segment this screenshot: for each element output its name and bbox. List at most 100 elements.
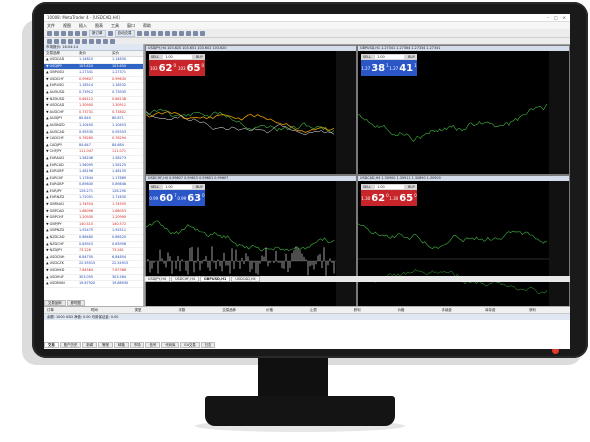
col-swap[interactable]: 库存费 [482, 307, 526, 313]
market-watch-row[interactable]: ▼ USDJPY 103.620 103.650 [44, 63, 143, 71]
menu-help[interactable]: 帮助 [143, 23, 151, 29]
close-icon[interactable]: × [563, 15, 566, 20]
tab-alerts[interactable]: 警报 [98, 342, 113, 348]
tab-experts[interactable]: EA交易 [180, 342, 200, 348]
indicators-icon[interactable] [185, 30, 191, 36]
market-watch-row[interactable]: ▼ GBPAUD 1.74554 1.74555 [44, 202, 143, 209]
column-symbol[interactable]: 交易品种 [44, 51, 77, 56]
market-watch-row[interactable]: ▲ AUDJPY 80.840 80.871 [44, 116, 143, 123]
col-profit[interactable]: 获利 [526, 307, 570, 313]
col-symbol[interactable]: 交易品种 [219, 307, 263, 313]
column-bid[interactable]: 卖价 [77, 51, 110, 56]
new-chart-icon[interactable] [47, 30, 52, 36]
maximize-icon[interactable]: □ [554, 15, 558, 20]
market-watch-row[interactable]: ▲ NZDCAD 0.86480 0.86520 [44, 235, 143, 242]
market-watch-row[interactable]: ▲ USDMXN 19.87920 19.88930 [44, 281, 143, 288]
market-watch-row[interactable]: ▲ EURCAD 1.56095 1.56125 [44, 163, 143, 170]
market-watch-row[interactable]: ▲ AUDCAD 0.95530 0.95553 [44, 130, 143, 137]
market-watch-row[interactable]: ▲ EURNZD 1.72051 1.71630 [44, 195, 143, 203]
templates-icon[interactable] [199, 30, 205, 36]
menu-charts[interactable]: 图表 [95, 23, 103, 29]
periods-icon[interactable] [192, 30, 198, 36]
market-watch-row[interactable]: ▼ GBPCHF 1.20930 1.20990 [44, 215, 143, 222]
col-sl[interactable]: 止损 [307, 307, 351, 313]
tab-chart-usdjpy[interactable]: USDJPY,H4 [144, 276, 171, 282]
market-watch-row[interactable]: ▲ USDHUF 303.055 303.564 [44, 275, 143, 282]
market-watch-row[interactable]: ▲ GBPNZD 1.92475 1.92511 [44, 228, 143, 236]
menu-window[interactable]: 窗口 [127, 23, 135, 29]
metaeditor-icon[interactable] [107, 30, 113, 36]
menu-insert[interactable]: 插入 [79, 23, 87, 29]
tab-signals[interactable]: 信号 [145, 342, 161, 348]
market-watch-row[interactable]: ▲ GBPUSD 1.27341 1.27371 [44, 70, 143, 77]
buy-button[interactable]: 1.30 65 0 [389, 190, 417, 206]
sell-button[interactable]: 0.99 60 7 [149, 190, 177, 206]
market-watch-row[interactable]: ▼ CHFJPY 111.047 111.071 [44, 149, 143, 156]
col-price2[interactable]: 价格 [395, 307, 439, 313]
market-watch-row[interactable]: ▼ NZDJPY 73.228 73.261 [44, 248, 143, 255]
market-watch-row[interactable]: ▼ AUDCHF 0.73731 0.73802 [44, 110, 143, 117]
tab-market[interactable]: 市场 [129, 342, 145, 348]
column-ask[interactable]: 买价 [110, 51, 143, 56]
market-watch-row[interactable]: ▲ EURGBP 1.48196 1.48155 [44, 169, 143, 176]
tab-trade[interactable]: 交易 [44, 342, 59, 348]
terminal-icon[interactable] [75, 30, 80, 36]
tile-windows-icon[interactable] [171, 30, 177, 36]
market-watch-row[interactable]: ▼ USDCAD 1.30900 1.30911 [44, 103, 143, 110]
market-watch-row[interactable]: ▼ GBPJPY 140.510 140.572 [44, 222, 143, 229]
market-watch-row[interactable]: ▲ AUDNZD 1.10450 1.10453 [44, 123, 143, 130]
market-watch-row[interactable]: ▲ CADJPY 84.647 84.684 [44, 143, 143, 150]
tab-chart-gbpusd[interactable]: GBPUSD,H1 [199, 276, 231, 282]
col-commission[interactable]: 手续费 [438, 307, 482, 313]
buy-button[interactable]: 0.99 63 0 [177, 190, 205, 206]
lot-size[interactable]: 1.00 [163, 55, 193, 59]
candlestick-icon[interactable] [143, 30, 149, 36]
zoom-out-icon[interactable] [164, 30, 170, 36]
col-type[interactable]: 类型 [132, 307, 176, 313]
tab-codebase[interactable]: 代码库 [161, 342, 180, 348]
tab-history[interactable]: 账户历史 [59, 342, 82, 348]
tester-icon[interactable] [82, 30, 87, 36]
zoom-in-icon[interactable] [157, 30, 163, 36]
tab-chart-usdcad[interactable]: USDCAD,H4 [231, 276, 260, 282]
market-watch-row[interactable]: ▲ USDCAD 1.14810 1.14830 [44, 57, 143, 64]
market-watch-row[interactable]: ▼ GBPCAD 1.68096 1.66053 [44, 209, 143, 216]
market-watch-row[interactable]: ▲ EURJPY 126.271 126.290 [44, 189, 143, 196]
col-tp[interactable]: 获利 [351, 307, 395, 313]
tab-news[interactable]: 新闻 [82, 342, 98, 348]
col-size[interactable]: 手数 [175, 307, 219, 313]
tab-chart-usdchf[interactable]: USDCHF,H4 [171, 276, 199, 282]
market-watch-row[interactable]: ▼ CADCHF 0.76260 0.76294 [44, 136, 143, 143]
market-watch-row[interactable]: ▲ USDCNH 6.84750 6.84854 [44, 255, 143, 262]
menu-view[interactable]: 视图 [63, 23, 71, 29]
buy-button[interactable]: 1.27 41 1 [389, 60, 417, 76]
chart-window-usdchf[interactable]: USDCHF,H4 0.99607 0.99615 0.99601 0.9960… [145, 175, 357, 307]
lot-size[interactable]: 1.00 [163, 185, 193, 189]
chart-window-usdcad[interactable]: USDCAD,H4 1.30900 1.30911 1.30890 1.3090… [357, 175, 570, 307]
lot-size[interactable]: 1.00 [375, 55, 405, 59]
market-watch-row[interactable]: ▲ EURGBP 0.89840 0.89846 [44, 182, 143, 189]
sell-button[interactable]: 1.27 38 1 [361, 60, 389, 76]
minimize-icon[interactable]: – [547, 15, 549, 20]
market-watch-row[interactable]: ▲ NZDCHF 0.63915 0.63956 [44, 242, 143, 249]
col-time[interactable]: 时间 [88, 307, 132, 313]
col-order[interactable]: 订单 [44, 307, 88, 313]
profiles-icon[interactable] [54, 30, 59, 36]
sell-button[interactable]: 1.30 62 0 [361, 190, 389, 206]
market-watch-row[interactable]: ▲ USDCZK 22.55515 22.54915 [44, 261, 143, 268]
market-watch-row[interactable]: ▲ EURCHF 1.17644 1.17689 [44, 176, 143, 183]
chart-window-usdjpy[interactable]: USDJPY,H4 103.620 103.651 103.602 103.62… [145, 45, 357, 175]
tab-mailbox[interactable]: 邮箱 [113, 342, 129, 348]
col-price[interactable]: 价格 [263, 307, 307, 313]
bar-chart-icon[interactable] [136, 30, 142, 36]
market-watch-row[interactable]: ▼ USDCHF 0.99607 0.99630 [44, 77, 143, 84]
menu-file[interactable]: 文件 [47, 23, 55, 29]
chart-window-gbpusd[interactable]: GBPUSD,H1 1.27341 1.27364 1.27334 1.2734… [357, 45, 570, 175]
market-watch-row[interactable]: ▲ EURUSD 1.18514 1.18532 [44, 83, 143, 90]
market-watch-row[interactable]: ▼ NZDUSD 0.66112 0.66138 [44, 97, 143, 104]
lot-size[interactable]: 1.00 [375, 185, 405, 189]
market-watch-row[interactable]: ▼ USDHKD 7.84564 7.87368 [44, 268, 143, 275]
market-watch-row[interactable]: ▲ AUDUSD 0.73912 0.73935 [44, 90, 143, 97]
autoscroll-icon[interactable] [178, 30, 184, 36]
market-watch-icon[interactable] [61, 30, 66, 36]
